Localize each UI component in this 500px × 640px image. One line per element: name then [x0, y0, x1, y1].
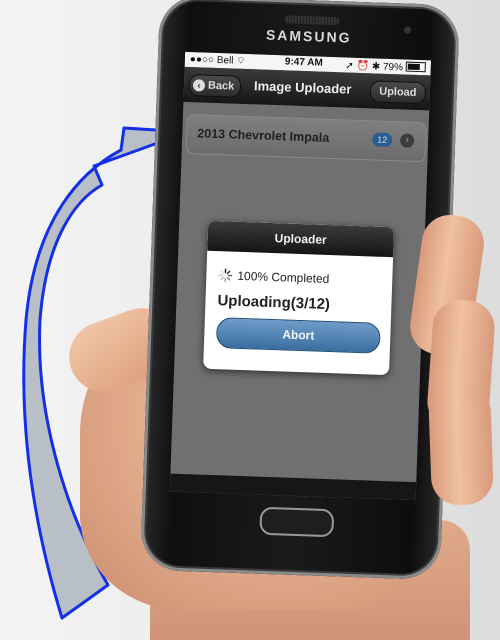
list-item-label: 2013 Chevrolet Impala — [197, 126, 329, 145]
status-time: 9:47 AM — [285, 56, 323, 68]
screen-bottom-bar — [170, 474, 416, 501]
speaker-grille — [284, 15, 339, 25]
phone-screen: ●●○○ Bell ⌔ 9:47 AM ➚ ⏰ ✱ 79% ‹Back Imag… — [170, 52, 431, 500]
uploader-dialog: Uploader 100% Completed Uploading(3/12) … — [203, 221, 394, 375]
battery-percent: 79% — [383, 62, 403, 74]
back-label: Back — [208, 80, 235, 93]
bluetooth-icon: ✱ — [372, 61, 381, 72]
progress-text: 100% Completed — [237, 269, 329, 286]
battery-icon — [406, 62, 426, 73]
chevron-right-icon: › — [400, 133, 414, 147]
carrier-label: ●●○○ Bell — [190, 54, 234, 67]
smartphone: SAMSUNG ●●○○ Bell ⌔ 9:47 AM ➚ ⏰ ✱ 79% ‹B… — [140, 0, 460, 580]
hand-finger — [428, 384, 494, 506]
dialog-header: Uploader — [207, 221, 394, 257]
page-title: Image Uploader — [254, 78, 352, 96]
alarm-icon: ⏰ — [356, 61, 369, 72]
abort-button[interactable]: Abort — [216, 317, 381, 354]
spinner-icon — [218, 268, 232, 282]
count-badge: 12 — [372, 132, 392, 147]
home-button[interactable] — [259, 507, 334, 538]
back-button[interactable]: ‹Back — [189, 74, 242, 98]
phone-brand: SAMSUNG — [159, 23, 459, 49]
upload-status-text: Uploading(3/12) — [217, 292, 330, 313]
list-item[interactable]: 2013 Chevrolet Impala 12 › — [186, 114, 427, 162]
wifi-icon: ⌔ — [236, 56, 246, 67]
navigation-bar: ‹Back Image Uploader Upload — [183, 67, 430, 111]
upload-button[interactable]: Upload — [370, 80, 427, 104]
dialog-title: Uploader — [208, 229, 394, 249]
back-chevron-icon: ‹ — [193, 79, 205, 91]
location-icon: ➚ — [345, 60, 354, 71]
